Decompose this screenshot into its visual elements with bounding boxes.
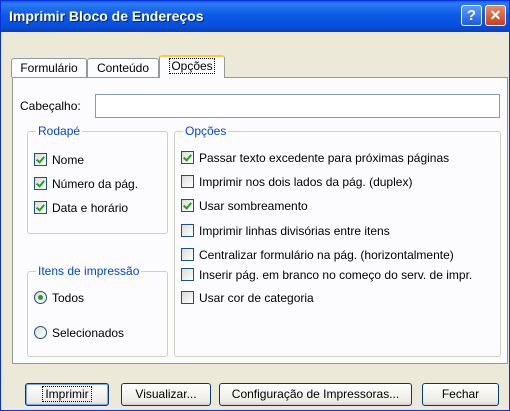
preview-button-label: Visualizar...	[135, 387, 197, 401]
print-items-group-legend: Itens de impressão	[36, 264, 142, 278]
checkbox-label: Passar texto excedente para próximas pág…	[199, 151, 450, 165]
print-button-label: Imprimir	[42, 386, 92, 402]
checkbox-box[interactable]	[181, 175, 194, 188]
header-input[interactable]	[95, 94, 500, 118]
radio-circle[interactable]	[34, 326, 47, 339]
checkbox-label: Usar cor de categoria	[199, 291, 314, 305]
checkbox-box[interactable]	[181, 199, 194, 212]
close-button[interactable]: Fechar	[422, 383, 499, 406]
checkbox-label: Inserir pág. em branco no começo do serv…	[199, 268, 473, 282]
printer-config-button-label: Configuração de Impressoras...	[231, 387, 400, 401]
preview-button[interactable]: Visualizar...	[121, 383, 211, 406]
header-label: Cabeçalho:	[20, 99, 81, 113]
options-group-legend: Opções	[183, 124, 229, 138]
checkbox-label: Número da pág.	[52, 177, 139, 191]
checkbox-box[interactable]	[181, 224, 194, 237]
tab-label: Opções	[169, 58, 215, 74]
close-window-button[interactable]: ✕	[485, 5, 506, 26]
print-items-group: Itens de impressão	[27, 264, 168, 357]
dialog-title: Imprimir Bloco de Endereços	[9, 8, 204, 24]
checkbox-box[interactable]	[181, 151, 194, 164]
tab-formulario[interactable]: Formulário	[11, 58, 87, 77]
tab-label: Formulário	[20, 61, 78, 75]
checkbox-box[interactable]	[34, 201, 47, 214]
help-button[interactable]: ?	[461, 5, 482, 26]
tab-conteudo[interactable]: Conteúdo	[87, 58, 159, 77]
printer-config-button[interactable]: Configuração de Impressoras...	[219, 383, 412, 406]
print-button[interactable]: Imprimir	[25, 383, 109, 406]
radio-label: Todos	[52, 291, 85, 305]
footer-group-legend: Rodapé	[36, 124, 83, 138]
radio-circle[interactable]	[34, 291, 47, 304]
checkbox-box[interactable]	[34, 153, 47, 166]
checkbox-label: Nome	[52, 153, 85, 167]
checkbox-label: Imprimir nos dois lados da pág. (duplex)	[199, 175, 413, 189]
checkbox-box[interactable]	[34, 177, 47, 190]
close-button-label: Fechar	[441, 387, 480, 401]
print-address-book-dialog: Imprimir Bloco de Endereços ? ✕ Formulár…	[0, 0, 510, 411]
tab-label: Conteúdo	[96, 61, 150, 75]
radio-label: Selecionados	[52, 326, 125, 340]
title-bar[interactable]: Imprimir Bloco de Endereços ? ✕	[1, 1, 509, 32]
close-icon: ✕	[489, 7, 502, 23]
checkbox-box[interactable]	[181, 268, 194, 281]
help-icon: ?	[466, 7, 477, 24]
checkbox-label: Data e horário	[52, 201, 129, 215]
checkbox-box[interactable]	[181, 248, 194, 261]
checkbox-label: Centralizar formulário na pág. (horizont…	[199, 248, 454, 262]
checkbox-label: Usar sombreamento	[199, 199, 308, 213]
checkbox-label: Imprimir linhas divisórias entre itens	[199, 224, 390, 238]
checkbox-box[interactable]	[181, 291, 194, 304]
tab-opcoes[interactable]: Opções	[159, 55, 225, 78]
